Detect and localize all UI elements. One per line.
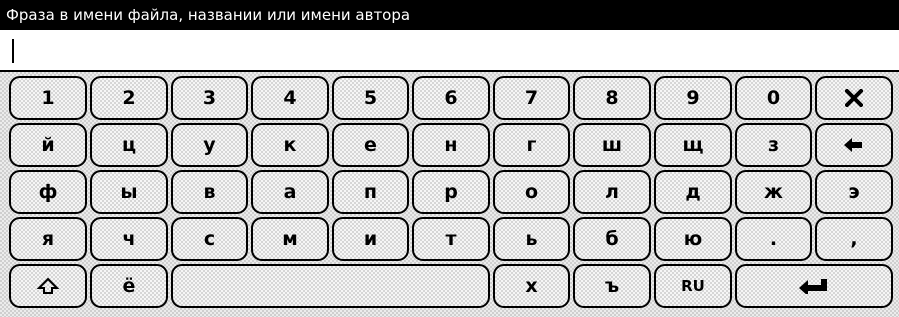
keyboard-divider xyxy=(0,70,899,72)
key-letter[interactable]: й xyxy=(9,123,87,167)
enter-key[interactable] xyxy=(735,264,893,308)
key-digit[interactable]: 5 xyxy=(332,76,409,120)
key-letter[interactable]: з xyxy=(735,123,812,167)
space-key[interactable] xyxy=(171,264,490,308)
backspace-arrow-icon xyxy=(844,138,862,152)
key-letter[interactable]: ё xyxy=(90,264,168,308)
clear-key[interactable] xyxy=(815,76,893,120)
key-digit[interactable]: 6 xyxy=(412,76,490,120)
close-icon xyxy=(845,89,863,107)
key-letter[interactable]: е xyxy=(332,123,409,167)
key-letter[interactable]: в xyxy=(171,170,248,214)
key-letter[interactable]: ф xyxy=(9,170,87,214)
key-comma[interactable]: , xyxy=(815,217,893,261)
key-letter[interactable]: о xyxy=(493,170,570,214)
key-letter[interactable]: к xyxy=(251,123,329,167)
key-letter[interactable]: ш xyxy=(573,123,651,167)
key-letter[interactable]: ц xyxy=(90,123,168,167)
key-letter[interactable]: т xyxy=(412,217,490,261)
key-letter[interactable]: ы xyxy=(90,170,168,214)
key-digit[interactable]: 4 xyxy=(251,76,329,120)
key-letter[interactable]: л xyxy=(573,170,651,214)
dialog-title: Фраза в имени файла, названии или имени … xyxy=(0,0,899,30)
key-letter[interactable]: н xyxy=(412,123,490,167)
shift-key[interactable] xyxy=(9,264,87,308)
backspace-key[interactable] xyxy=(815,123,893,167)
key-letter[interactable]: ч xyxy=(90,217,168,261)
key-letter[interactable]: я xyxy=(9,217,87,261)
key-digit[interactable]: 0 xyxy=(735,76,812,120)
key-letter[interactable]: с xyxy=(171,217,248,261)
key-letter[interactable]: а xyxy=(251,170,329,214)
key-letter[interactable]: ю xyxy=(654,217,732,261)
on-screen-keyboard: 1 2 3 4 5 6 7 8 9 0 й ц у к е н г ш щ з … xyxy=(0,70,899,317)
key-letter[interactable]: п xyxy=(332,170,409,214)
language-key[interactable]: RU xyxy=(654,264,732,308)
key-letter[interactable]: у xyxy=(171,123,248,167)
key-letter[interactable]: э xyxy=(815,170,893,214)
key-letter[interactable]: ь xyxy=(493,217,570,261)
enter-arrow-icon xyxy=(799,279,827,294)
shift-arrow-icon xyxy=(37,277,59,294)
text-cursor xyxy=(12,39,14,63)
key-digit[interactable]: 3 xyxy=(171,76,248,120)
key-letter[interactable]: х xyxy=(493,264,570,308)
key-letter[interactable]: м xyxy=(251,217,329,261)
key-digit[interactable]: 7 xyxy=(493,76,570,120)
search-input[interactable] xyxy=(0,30,899,70)
key-letter[interactable]: р xyxy=(412,170,490,214)
key-letter[interactable]: щ xyxy=(654,123,732,167)
key-letter[interactable]: ж xyxy=(735,170,812,214)
key-letter[interactable]: б xyxy=(573,217,651,261)
key-letter[interactable]: г xyxy=(493,123,570,167)
key-digit[interactable]: 9 xyxy=(654,76,732,120)
key-letter[interactable]: ъ xyxy=(573,264,651,308)
key-digit[interactable]: 8 xyxy=(573,76,651,120)
key-letter[interactable]: д xyxy=(654,170,732,214)
key-digit[interactable]: 2 xyxy=(90,76,168,120)
key-letter[interactable]: и xyxy=(332,217,409,261)
key-period[interactable]: . xyxy=(735,217,812,261)
key-digit[interactable]: 1 xyxy=(9,76,87,120)
